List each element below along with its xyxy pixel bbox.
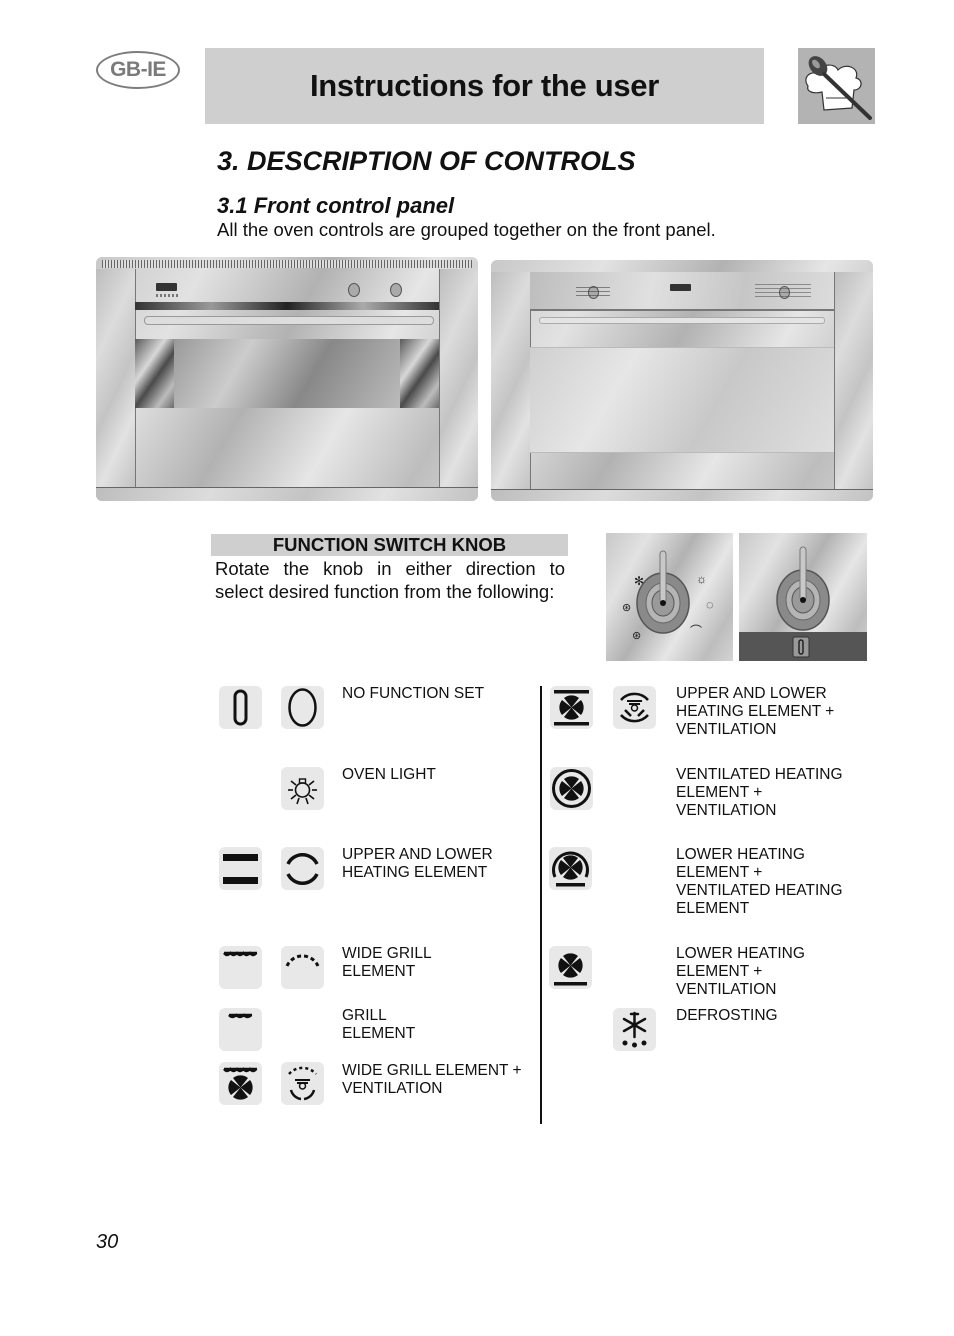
knob-1 [348, 283, 360, 297]
label-line: ELEMENT [342, 963, 416, 980]
digital-display [670, 284, 691, 291]
function-label-grill: GRILL ELEMENT [342, 1007, 415, 1043]
knob-2 [390, 283, 402, 297]
label-line: WIDE GRILL [342, 945, 432, 962]
function-label-defrosting: DEFROSTING [676, 1007, 778, 1025]
thermostat-scale [755, 284, 811, 298]
svg-text:◌: ◌ [706, 597, 714, 612]
region-badge-text: GB-IE [110, 58, 166, 81]
function-label-lower-ventilated-heating: LOWER HEATING ELEMENT + VENTILATED HEATI… [676, 846, 843, 918]
label-line: LOWER HEATING [676, 945, 805, 962]
door-handle [539, 317, 825, 324]
label-line: LOWER HEATING [676, 846, 805, 863]
label-line: VENTILATED HEATING [676, 766, 843, 783]
wide-grill-icon [219, 946, 262, 989]
label-line: VENTILATED HEATING [676, 882, 843, 899]
label-line: GRILL [342, 1007, 387, 1024]
function-label-upper-lower-ventilation: UPPER AND LOWER HEATING ELEMENT + VENTIL… [676, 685, 834, 739]
defrost-snowflake-icon [613, 1008, 656, 1051]
svg-text:⊛: ⊛ [632, 630, 641, 642]
page-title: Instructions for the user [309, 68, 660, 103]
oven-image-right [491, 260, 873, 501]
column-divider [540, 686, 542, 1124]
region-badge: GB-IE [96, 51, 180, 89]
oven-image-left [96, 257, 478, 501]
function-label-oven-light: OVEN LIGHT [342, 766, 436, 784]
svg-text:✻: ✻ [634, 574, 644, 588]
bottom-rail [96, 487, 478, 501]
function-switch-title: FUNCTION SWITCH KNOB [211, 534, 568, 556]
digital-display [156, 283, 177, 291]
grill-icon [219, 1008, 262, 1051]
label-line: VENTILATION [676, 721, 777, 738]
section-subheading: 3.1 Front control panel [217, 193, 455, 218]
label-line: ELEMENT + [676, 963, 763, 980]
svg-text:⌒: ⌒ [690, 624, 702, 638]
section-intro: All the oven controls are grouped togeth… [217, 219, 716, 240]
door-handle [144, 316, 434, 325]
label-line: HEATING ELEMENT [342, 864, 488, 881]
left-side-panel [491, 272, 531, 489]
zero-slot-icon [219, 686, 262, 729]
circular-fan-lower-icon [549, 847, 592, 890]
page-title-bar: Instructions for the user [205, 48, 764, 124]
function-label-ventilated-heating: VENTILATED HEATING ELEMENT + VENTILATION [676, 766, 843, 820]
bottom-rail [491, 489, 873, 501]
right-side-panel [834, 272, 873, 489]
control-strip [135, 302, 439, 310]
function-label-lower-ventilation: LOWER HEATING ELEMENT + VENTILATION [676, 945, 805, 999]
label-line: VENTILATION [342, 1080, 443, 1097]
function-knob-zero-position [739, 533, 867, 661]
label-line: ELEMENT [342, 1025, 416, 1042]
function-switch-description: Rotate the knob in either direction to s… [215, 558, 565, 602]
label-line: NO FUNCTION SET [342, 685, 485, 702]
label-line: ELEMENT [676, 900, 750, 917]
wide-grill-fan-icon [219, 1062, 262, 1105]
label-line: OVEN LIGHT [342, 766, 436, 783]
function-label-upper-lower: UPPER AND LOWER HEATING ELEMENT [342, 846, 493, 882]
door-window-left [135, 339, 174, 408]
door-window-right [400, 339, 439, 408]
function-label-wide-grill-ventilation: WIDE GRILL ELEMENT + VENTILATION [342, 1062, 522, 1098]
label-line: VENTILATION [676, 981, 777, 998]
label-line: HEATING ELEMENT + [676, 703, 835, 720]
svg-text:⊛: ⊛ [622, 602, 631, 614]
label-line: ELEMENT + [676, 864, 763, 881]
wide-grill-fan-arc-icon [281, 1062, 324, 1105]
label-line: VENTILATION [676, 802, 777, 819]
timer-scale [576, 287, 610, 297]
circular-fan-icon [550, 767, 593, 810]
right-side-panel [439, 269, 478, 487]
wide-grill-arc-icon [281, 946, 324, 989]
label-line: UPPER AND LOWER [676, 685, 827, 702]
left-side-panel [96, 269, 136, 487]
section-heading: 3. DESCRIPTION OF CONTROLS [217, 146, 636, 176]
upper-lower-fan-icon [550, 686, 593, 729]
function-label-no-function: NO FUNCTION SET [342, 685, 484, 703]
vent-strip [102, 260, 472, 268]
page-number: 30 [96, 1231, 119, 1253]
door-window [530, 347, 834, 453]
function-label-wide-grill: WIDE GRILL ELEMENT [342, 945, 432, 981]
upper-lower-arcs-icon [281, 847, 324, 890]
light-bulb-icon [281, 767, 324, 810]
display-buttons [156, 294, 178, 297]
svg-text:☼: ☼ [696, 572, 707, 586]
label-line: WIDE GRILL ELEMENT + [342, 1062, 522, 1079]
zero-circle-icon [281, 686, 324, 729]
door-window [174, 339, 400, 408]
label-line: UPPER AND LOWER [342, 846, 493, 863]
upper-lower-fan-arc-icon [613, 686, 656, 729]
upper-lower-bars-icon [219, 847, 262, 890]
label-line: DEFROSTING [676, 1007, 778, 1024]
label-line: ELEMENT + [676, 784, 763, 801]
chef-hat-spoon-icon [798, 48, 875, 124]
function-knob-with-symbols: ✻ ☼ ◌ ⊛ ⊛ ⌒ [606, 533, 733, 661]
lower-fan-icon [549, 946, 592, 989]
